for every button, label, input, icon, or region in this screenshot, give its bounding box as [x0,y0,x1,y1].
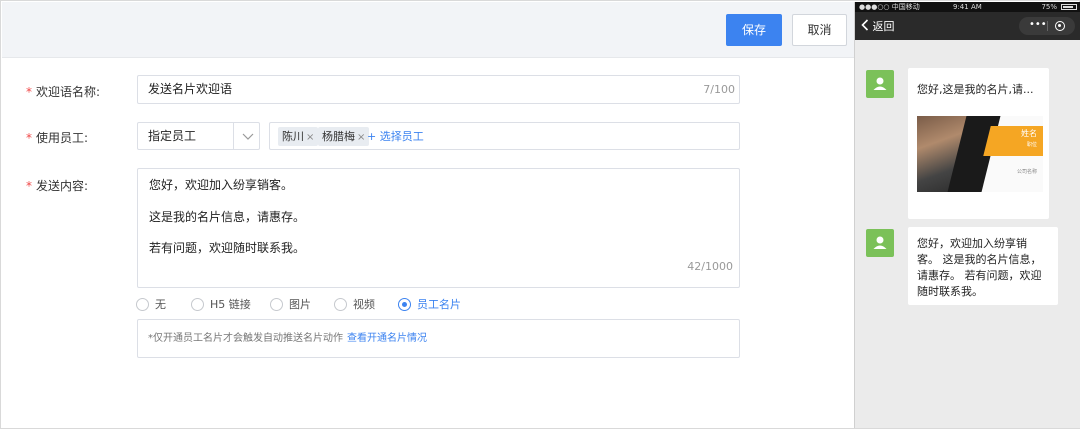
back-button[interactable]: 返回 [861,19,895,34]
welcome-name-label-text: 欢迎语名称: [36,85,101,99]
avatar [866,70,894,98]
capsule-divider [1047,21,1048,31]
radio-circle-checked-icon[interactable] [398,298,411,311]
radio-circle-icon[interactable] [191,298,204,311]
avatar [866,229,894,257]
content-label: * 发送内容: [26,177,88,194]
card-company: 公司名称 [1016,169,1037,175]
card-message-title: 您好,这是我的名片,请... [917,83,1034,96]
content-line: 若有问题，欢迎随时联系我。 [149,241,306,255]
radio-label: 无 [155,298,166,311]
phone-status-bar: ●●●○○ 中国移动 9:41 AM 75% [855,2,1080,12]
staff-tag: 陈川 × [278,127,319,146]
more-dots-icon[interactable]: ••• [1029,19,1047,31]
card-message-bubble[interactable]: 您好,这是我的名片,请... 姓名 职位 公司名称 [908,68,1049,219]
cancel-button[interactable]: 取消 [792,14,847,46]
staff-tag-label: 杨腊梅 [322,130,355,143]
radio-circle-icon[interactable] [136,298,149,311]
card-name: 姓名 [1021,129,1037,138]
battery-icon [1061,4,1077,10]
tag-close-icon[interactable]: × [357,132,365,143]
required-mark: * [26,179,32,193]
select-staff-link[interactable]: + 选择员工 [367,127,424,146]
close-target-icon[interactable] [1055,21,1065,31]
back-label: 返回 [872,20,895,33]
staff-tag-box[interactable]: 陈川 × 杨腊梅 × + 选择员工 [269,122,740,150]
card-position: 职位 [1026,142,1037,148]
mini-program-capsule[interactable]: ••• [1019,17,1075,35]
chevron-down-icon[interactable] [239,123,257,149]
staff-scope-value: 指定员工 [148,129,197,143]
phone-nav-bar: 返回 ••• [855,12,1080,40]
tag-close-icon[interactable]: × [306,132,314,143]
clock-text: 9:41 AM [953,3,982,11]
welcome-editor: 保存 取消 * 欢迎语名称: 发送名片欢迎语 7/100 * 使用员工: 指定员工 … [2,2,854,428]
top-toolbar: 保存 取消 [2,2,854,58]
message-line: 随时联系我。 [917,285,983,298]
staff-tag-label: 陈川 [282,130,304,143]
staff-scope-select[interactable]: 指定员工 [137,122,260,150]
radio-label: H5 链接 [210,298,251,311]
text-message-bubble: 您好，欢迎加入纷享销 客。 这是我的名片信息， 请惠存。 若有问题，欢迎 随时联… [908,227,1058,305]
radio-circle-icon[interactable] [334,298,347,311]
battery-percent: 75% [1041,3,1057,11]
required-mark: * [26,131,32,145]
chevron-left-icon [861,19,869,31]
welcome-name-input[interactable]: 发送名片欢迎语 7/100 [137,75,740,104]
message-line: 您好，欢迎加入纷享销 [917,237,1027,250]
content-textarea[interactable]: 您好，欢迎加入纷享销客。 这是我的名片信息，请惠存。 若有问题，欢迎随时联系我。… [137,168,740,288]
content-count: 42/1000 [687,260,733,273]
radio-label: 视频 [353,298,375,311]
staff-label: * 使用员工: [26,129,88,146]
welcome-name-value: 发送名片欢迎语 [148,82,233,96]
content-line: 这是我的名片信息，请惠存。 [149,210,306,224]
message-line: 请惠存。 若有问题，欢迎 [917,269,1042,282]
card-notice-text: *仅开通员工名片才会触发自动推送名片动作 [148,333,343,344]
card-notice-box: *仅开通员工名片才会触发自动推送名片动作 查看开通名片情况 [137,319,740,358]
required-mark: * [26,85,32,99]
welcome-name-count: 7/100 [703,83,735,96]
select-divider [233,123,234,149]
user-icon [873,77,887,90]
phone-preview: ●●●○○ 中国移动 9:41 AM 75% 返回 ••• 您好,这是我的名片,… [854,2,1080,428]
radio-label: 图片 [289,298,311,311]
user-icon [873,236,887,249]
staff-tag: 杨腊梅 × [318,127,370,146]
radio-label: 员工名片 [417,298,461,311]
business-card-image: 姓名 职位 公司名称 [917,116,1043,192]
save-button[interactable]: 保存 [726,14,782,46]
staff-label-text: 使用员工: [36,131,89,145]
view-card-status-link[interactable]: 查看开通名片情况 [347,333,427,344]
carrier-text: ●●●○○ 中国移动 [859,3,920,11]
content-line: 您好，欢迎加入纷享销客。 [149,178,294,192]
app-frame: 保存 取消 * 欢迎语名称: 发送名片欢迎语 7/100 * 使用员工: 指定员工 … [0,0,1080,429]
welcome-name-label: * 欢迎语名称: [26,83,100,100]
message-line: 客。 这是我的名片信息， [917,253,1042,266]
content-label-text: 发送内容: [36,179,89,193]
radio-circle-icon[interactable] [270,298,283,311]
